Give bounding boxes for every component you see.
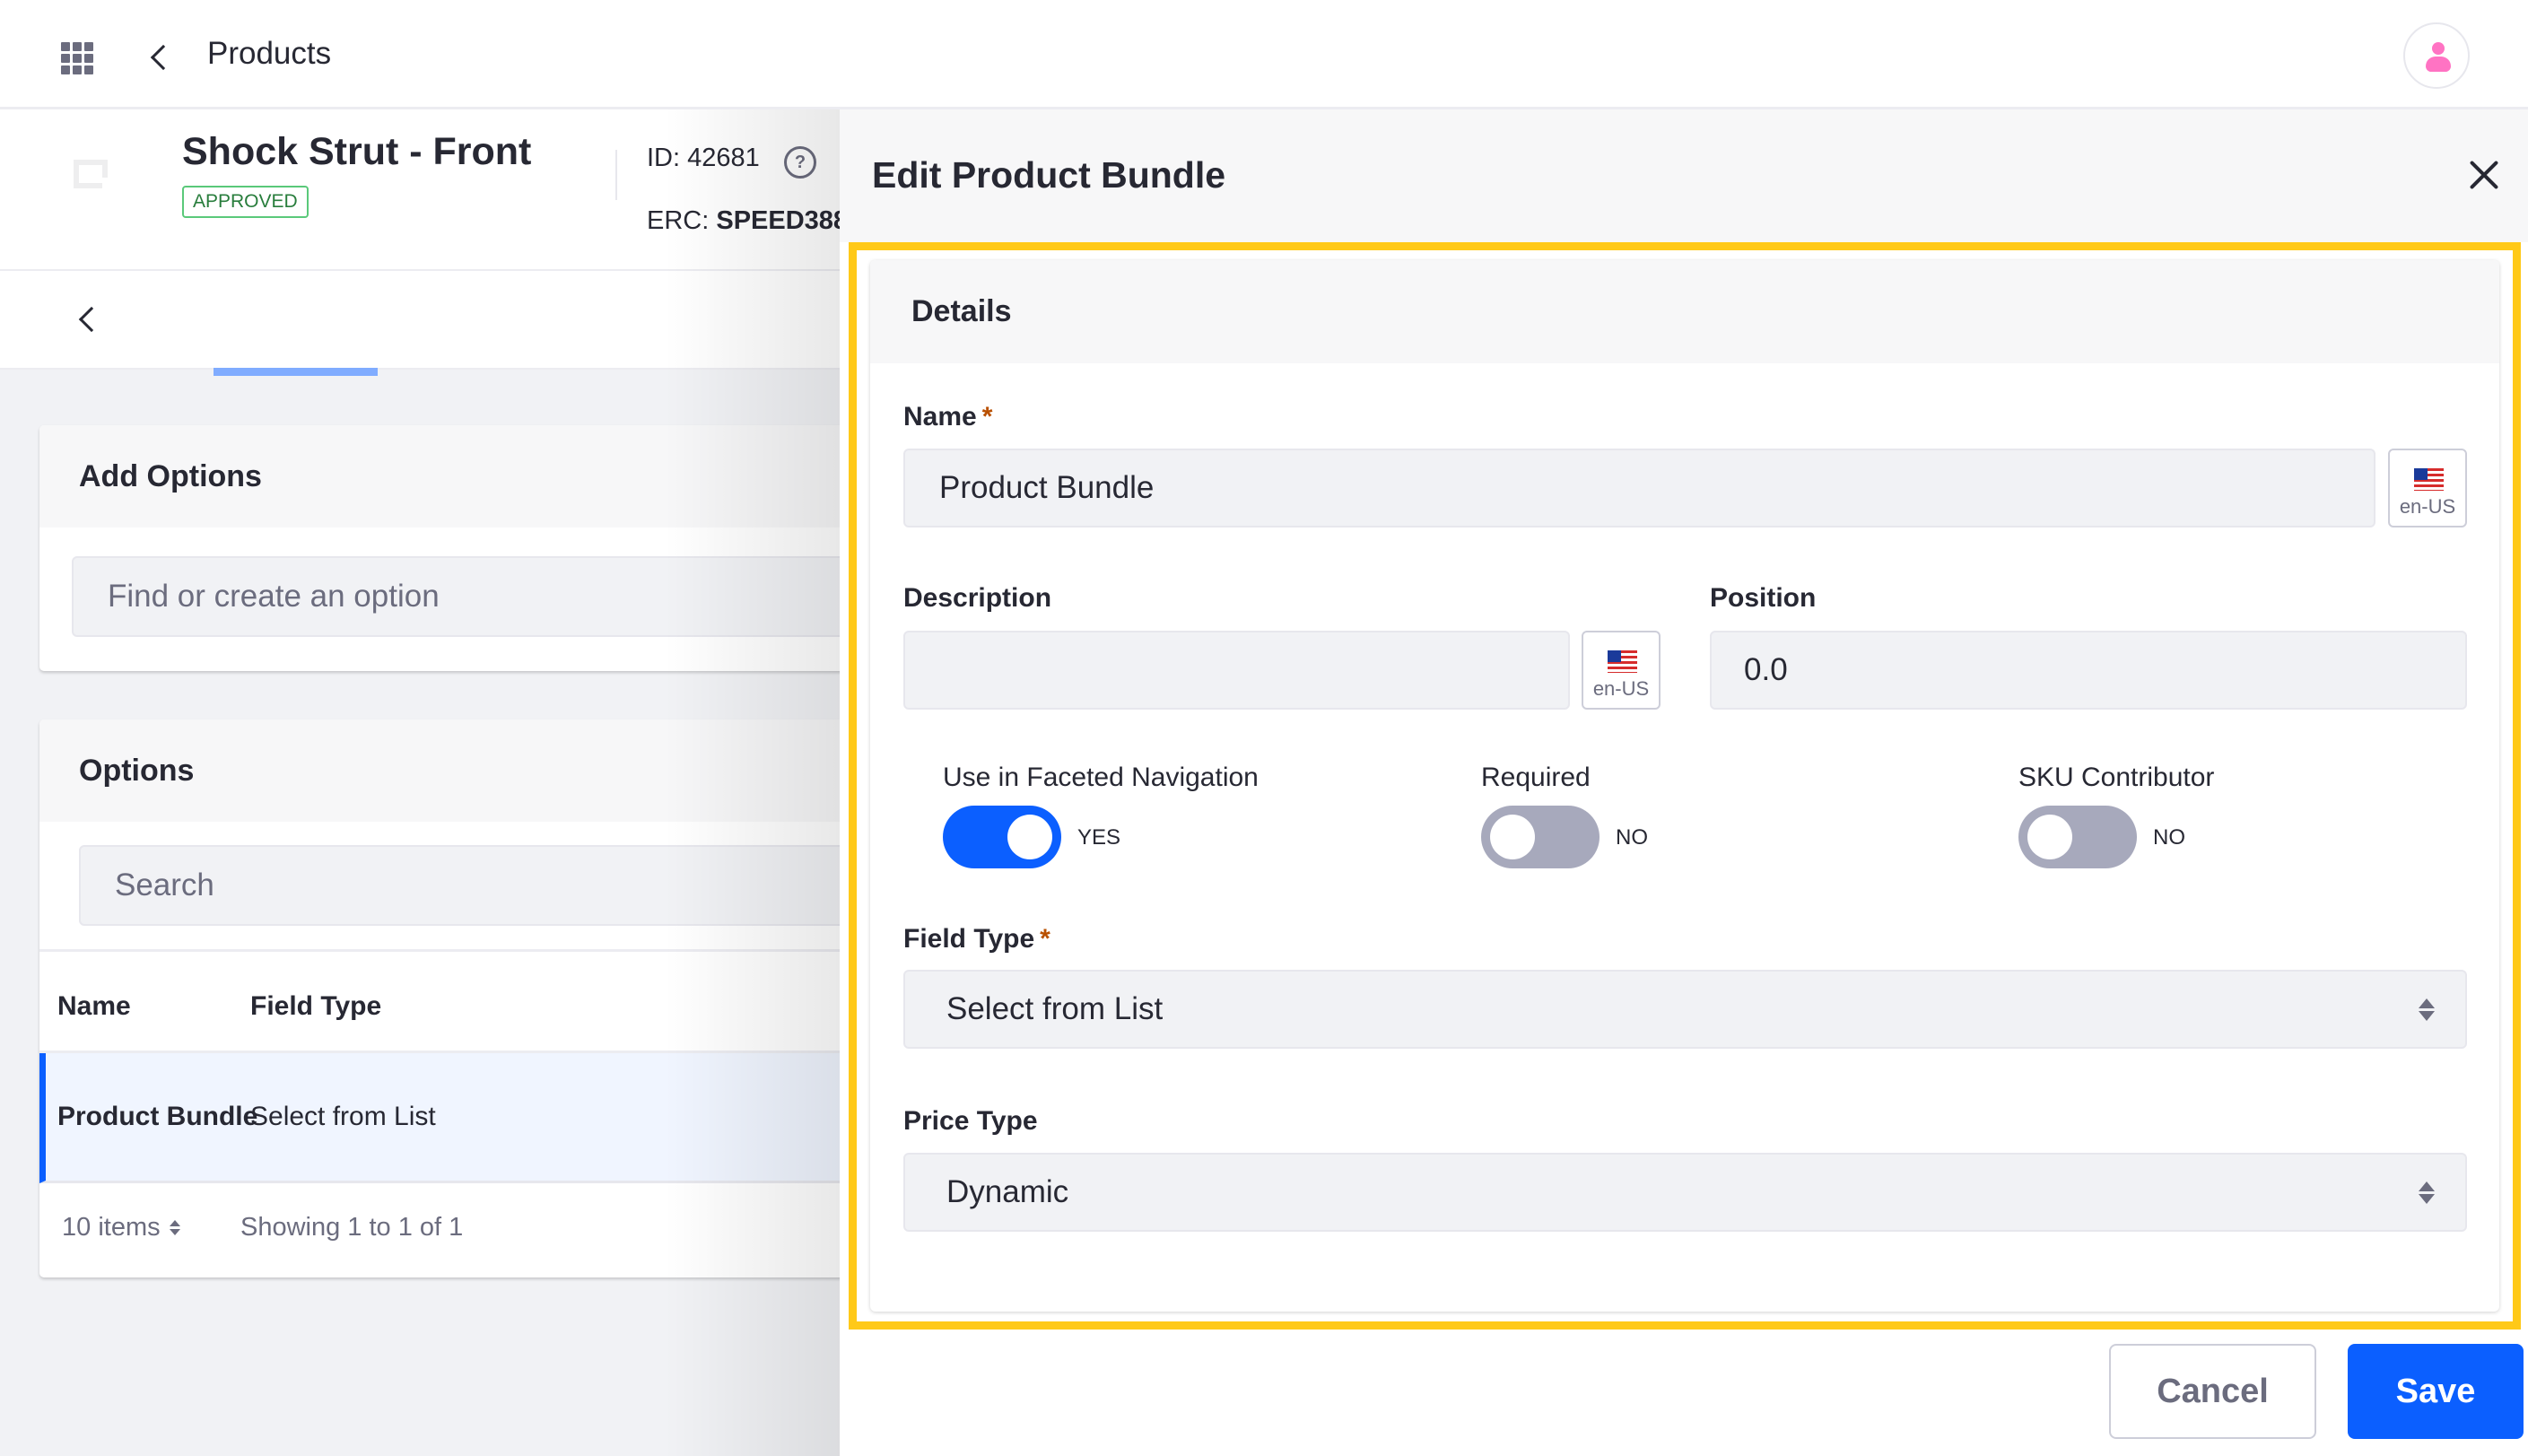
page-title: Products — [207, 36, 332, 71]
panel-title: Edit Product Bundle — [872, 154, 1226, 196]
product-erc-label: ERC: — [647, 206, 710, 235]
product-id-value: 42681 — [687, 144, 760, 172]
items-per-page-select[interactable]: 10 items — [62, 1213, 180, 1242]
tabs-bar — [0, 271, 840, 370]
pagination-bar: 10 items Showing 1 to 1 of 1 — [39, 1186, 901, 1276]
column-header-field-type[interactable]: Field Type — [250, 991, 381, 1022]
save-button[interactable]: Save — [2348, 1344, 2524, 1439]
top-navigation-bar — [0, 0, 2528, 109]
items-per-page-label: 10 items — [62, 1213, 161, 1242]
add-options-card: Add Options Find or create an option — [39, 425, 901, 671]
pagination-results: Showing 1 to 1 of 1 — [240, 1213, 464, 1242]
active-tab-indicator[interactable] — [214, 368, 378, 376]
edit-product-bundle-panel: Edit Product Bundle Details Name * Produc… — [840, 109, 2528, 1456]
cancel-button[interactable]: Cancel — [2109, 1344, 2316, 1439]
user-avatar-button[interactable] — [2403, 22, 2470, 89]
product-erc-value: SPEED388( — [716, 206, 857, 235]
sort-updown-icon — [169, 1220, 180, 1235]
panel-header: Edit Product Bundle — [840, 109, 2528, 242]
table-row[interactable]: Product Bundle Select from List — [39, 1053, 901, 1183]
product-id: ID: 42681 — [647, 144, 760, 173]
header-divider — [615, 150, 617, 200]
product-erc: ERC: SPEED388( — [647, 206, 857, 236]
column-header-name[interactable]: Name — [57, 991, 131, 1022]
options-search-placeholder: Search — [115, 867, 214, 902]
close-icon[interactable] — [2469, 160, 2499, 190]
product-id-label: ID: — [647, 144, 681, 172]
add-options-title: Add Options — [39, 425, 901, 527]
highlight-frame — [849, 242, 2521, 1330]
options-card: Options Search Name Field Type S Product… — [39, 719, 901, 1277]
product-title: Shock Strut - Front — [182, 130, 532, 173]
options-table-header: Name Field Type S — [39, 949, 901, 1053]
status-badge: APPROVED — [182, 186, 309, 218]
find-or-create-option-placeholder: Find or create an option — [108, 579, 440, 614]
find-or-create-option-input[interactable]: Find or create an option — [72, 556, 901, 637]
product-image-placeholder-icon — [74, 160, 108, 188]
row-name: Product Bundle — [57, 1102, 258, 1131]
help-icon[interactable]: ? — [784, 146, 816, 179]
row-field-type: Select from List — [250, 1102, 436, 1131]
apps-grid-icon[interactable] — [61, 42, 95, 74]
options-title: Options — [39, 719, 901, 822]
user-icon — [2432, 42, 2445, 55]
options-search-input[interactable]: Search — [79, 845, 901, 926]
